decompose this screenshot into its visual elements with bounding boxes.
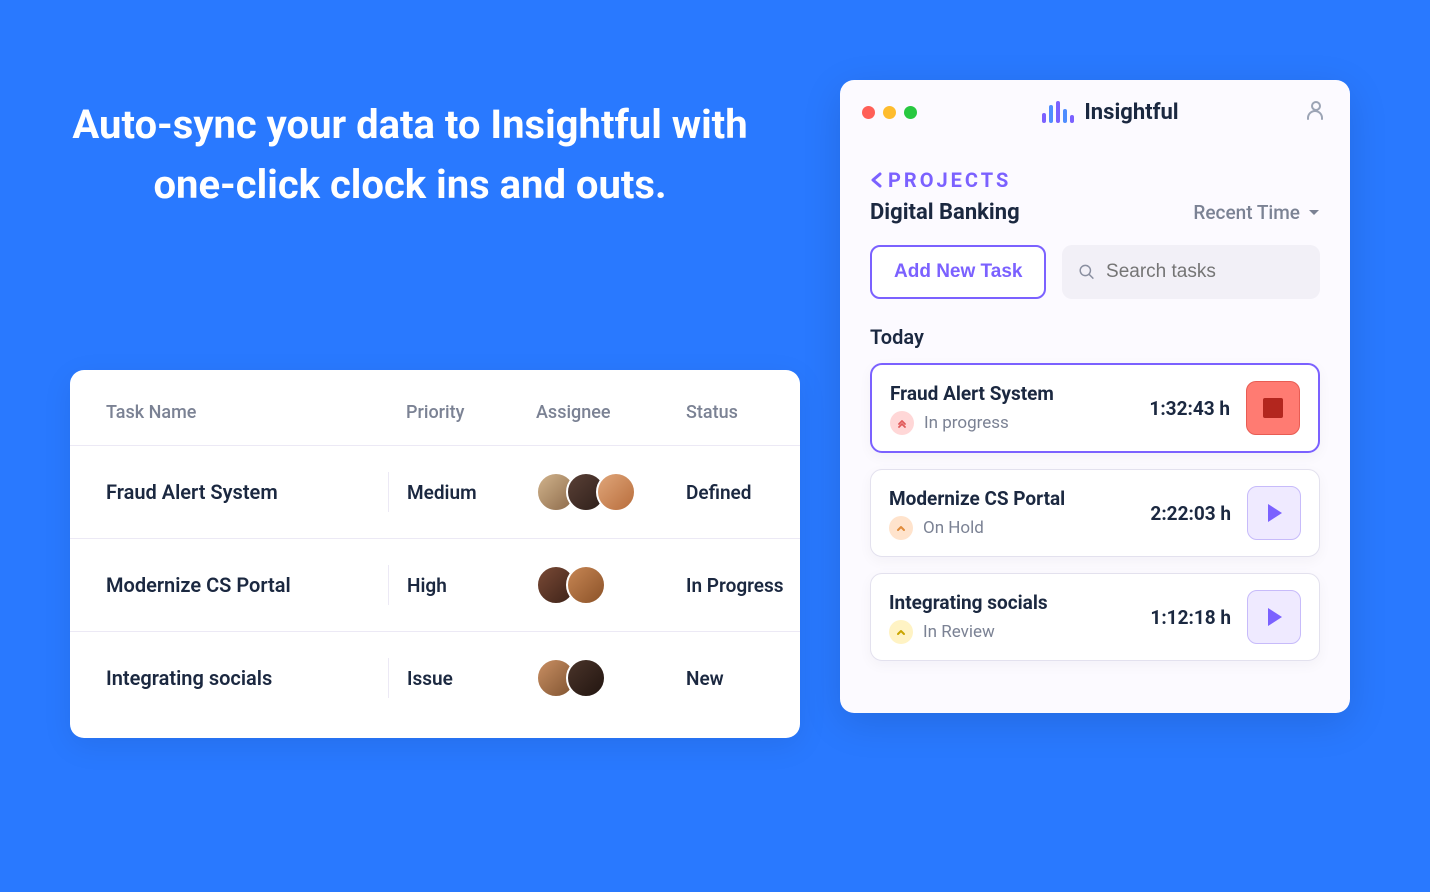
th-status: Status: [686, 402, 836, 423]
avatar: [566, 565, 606, 605]
avatar: [596, 472, 636, 512]
chevron-down-icon: [1308, 209, 1320, 217]
task-meta: In Review: [889, 620, 1048, 644]
task-info: Fraud Alert System In progress: [890, 382, 1054, 435]
cell-task-name: Modernize CS Portal: [106, 573, 406, 597]
stop-icon: [1263, 398, 1283, 418]
task-meta: In progress: [890, 411, 1054, 435]
sort-dropdown[interactable]: Recent Time: [1193, 201, 1320, 224]
avatar-stack: [536, 565, 686, 605]
priority-chip-icon: [889, 620, 913, 644]
cell-priority: High: [388, 565, 536, 605]
insightful-app-window: Insightful PROJECTS Digital Banking Rece…: [840, 80, 1350, 713]
cell-task-name: Fraud Alert System: [106, 480, 406, 504]
cell-priority: Medium: [388, 472, 536, 512]
task-table-card: Task Name Priority Assignee Status Fraud…: [70, 370, 800, 738]
close-icon[interactable]: [862, 106, 875, 119]
task-name: Integrating socials: [889, 591, 1048, 614]
task-time: 1:12:18 h: [1150, 606, 1231, 629]
task-info: Modernize CS Portal On Hold: [889, 487, 1065, 540]
play-icon: [1264, 606, 1284, 628]
brand: Insightful: [1042, 100, 1178, 125]
controls-row: Add New Task: [870, 245, 1320, 299]
th-assignee: Assignee: [536, 402, 686, 423]
play-icon: [1264, 502, 1284, 524]
user-icon[interactable]: [1304, 98, 1328, 126]
cell-task-name: Integrating socials: [106, 666, 406, 690]
th-task-name: Task Name: [106, 402, 406, 423]
back-to-projects[interactable]: PROJECTS: [870, 168, 1011, 192]
cell-assignee: [536, 658, 686, 698]
task-card[interactable]: Fraud Alert System In progress 1:32:43 h: [870, 363, 1320, 453]
add-task-button[interactable]: Add New Task: [870, 245, 1046, 299]
chevron-left-icon: [870, 172, 882, 188]
cell-priority: Issue: [388, 658, 536, 698]
table-row[interactable]: Modernize CS Portal High In Progress: [70, 539, 800, 632]
task-name: Fraud Alert System: [890, 382, 1054, 405]
cell-assignee: [536, 565, 686, 605]
section-label: Today: [870, 325, 1320, 349]
avatar-stack: [536, 658, 686, 698]
brand-logo-icon: [1042, 101, 1074, 123]
cell-assignee: [536, 472, 686, 512]
search-input[interactable]: [1106, 261, 1304, 283]
breadcrumb: PROJECTS: [870, 168, 1320, 192]
headline: Auto-sync your data to Insightful with o…: [70, 95, 750, 215]
play-button[interactable]: [1247, 486, 1301, 540]
table-row[interactable]: Integrating socials Issue New: [70, 632, 800, 724]
breadcrumb-label: PROJECTS: [888, 168, 1011, 192]
cell-status: New: [686, 667, 836, 690]
task-status: On Hold: [923, 518, 984, 538]
task-right: 1:12:18 h: [1150, 590, 1301, 644]
priority-chip-icon: [890, 411, 914, 435]
task-card[interactable]: Modernize CS Portal On Hold 2:22:03 h: [870, 469, 1320, 557]
th-priority: Priority: [406, 402, 536, 423]
play-button[interactable]: [1247, 590, 1301, 644]
cell-status: In Progress: [686, 574, 836, 597]
table-row[interactable]: Fraud Alert System Medium Defined: [70, 446, 800, 539]
app-titlebar: Insightful: [840, 80, 1350, 144]
minimize-icon[interactable]: [883, 106, 896, 119]
cell-status: Defined: [686, 481, 836, 504]
project-title-row: Digital Banking Recent Time: [870, 200, 1320, 225]
task-right: 2:22:03 h: [1150, 486, 1301, 540]
task-card[interactable]: Integrating socials In Review 1:12:18 h: [870, 573, 1320, 661]
task-status: In progress: [924, 413, 1009, 433]
task-right: 1:32:43 h: [1149, 381, 1300, 435]
search-icon: [1078, 262, 1096, 282]
app-body: PROJECTS Digital Banking Recent Time Add…: [840, 144, 1350, 713]
priority-chip-icon: [889, 516, 913, 540]
task-name: Modernize CS Portal: [889, 487, 1065, 510]
task-time: 1:32:43 h: [1149, 397, 1230, 420]
task-meta: On Hold: [889, 516, 1065, 540]
maximize-icon[interactable]: [904, 106, 917, 119]
traffic-lights: [862, 106, 917, 119]
sort-label: Recent Time: [1193, 201, 1300, 224]
table-header-row: Task Name Priority Assignee Status: [70, 380, 800, 446]
project-title: Digital Banking: [870, 200, 1020, 225]
task-info: Integrating socials In Review: [889, 591, 1048, 644]
task-time: 2:22:03 h: [1150, 502, 1231, 525]
avatar-stack: [536, 472, 686, 512]
brand-name: Insightful: [1084, 100, 1178, 125]
search-box[interactable]: [1062, 245, 1320, 299]
task-status: In Review: [923, 622, 995, 642]
stop-button[interactable]: [1246, 381, 1300, 435]
avatar: [566, 658, 606, 698]
